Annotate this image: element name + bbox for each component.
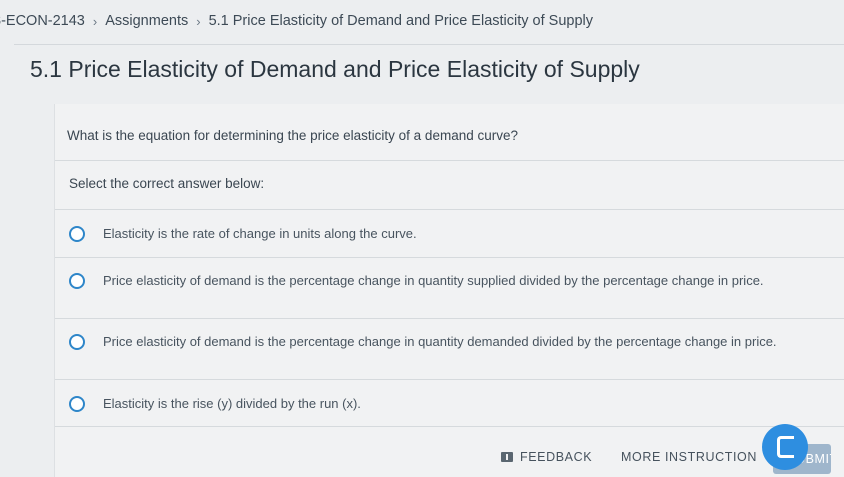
question-footer: FEEDBACK MORE INSTRUCTION SUBMIT (55, 440, 844, 477)
breadcrumb: 3-ECON-2143 › Assignments › 5.1 Price El… (0, 8, 844, 34)
select-answer-label: Select the correct answer below: (69, 176, 265, 191)
feedback-label: FEEDBACK (520, 450, 593, 464)
divider (55, 426, 844, 427)
divider (55, 209, 844, 210)
header-divider (14, 44, 844, 45)
question-card: What is the equation for determining the… (54, 104, 844, 477)
divider (55, 379, 844, 380)
answer-option-label: Elasticity is the rate of change in unit… (103, 226, 417, 241)
answer-option-3[interactable]: Price elasticity of demand is the percen… (69, 333, 824, 350)
answer-option-4[interactable]: Elasticity is the rise (y) divided by th… (69, 395, 824, 412)
answer-option-label: Price elasticity of demand is the percen… (103, 334, 777, 349)
feedback-button[interactable]: FEEDBACK (501, 450, 592, 464)
breadcrumb-assignments[interactable]: Assignments (105, 13, 188, 29)
radio-button[interactable] (69, 273, 85, 289)
page-title: 5.1 Price Elasticity of Demand and Price… (30, 56, 640, 82)
answer-option-label: Elasticity is the rise (y) divided by th… (103, 396, 361, 411)
help-chat-icon[interactable] (762, 424, 808, 470)
chevron-right-icon: › (92, 13, 98, 29)
divider (55, 160, 844, 161)
radio-button[interactable] (69, 396, 85, 412)
question-text: What is the equation for determining the… (67, 128, 518, 143)
divider (55, 318, 844, 319)
answer-option-2[interactable]: Price elasticity of demand is the percen… (69, 272, 824, 289)
radio-button[interactable] (69, 226, 85, 242)
more-instruction-button[interactable]: MORE INSTRUCTION (621, 450, 757, 464)
answer-option-1[interactable]: Elasticity is the rate of change in unit… (69, 225, 824, 242)
divider (55, 257, 844, 258)
radio-button[interactable] (69, 334, 85, 350)
chevron-right-icon: › (196, 13, 201, 29)
breadcrumb-current: 5.1 Price Elasticity of Demand and Price… (208, 13, 593, 29)
answer-option-label: Price elasticity of demand is the percen… (103, 273, 764, 288)
feedback-icon (501, 452, 513, 462)
breadcrumb-course[interactable]: 3-ECON-2143 (0, 13, 85, 29)
